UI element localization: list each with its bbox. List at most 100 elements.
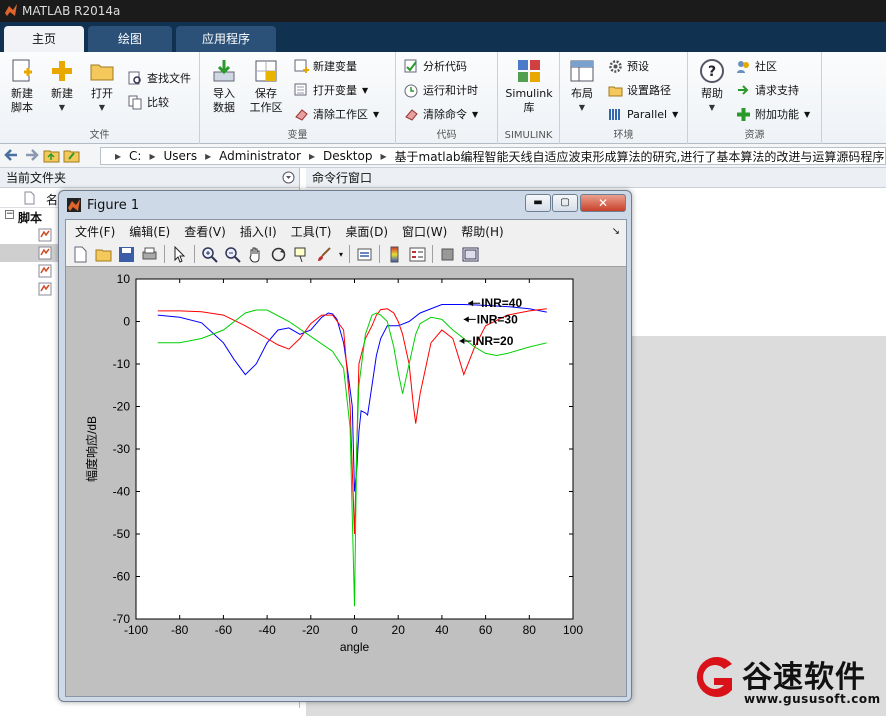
print-icon[interactable] xyxy=(141,246,158,263)
clear-workspace-button[interactable]: 清除工作区 ▼ xyxy=(294,104,379,124)
tab-plots[interactable]: 绘图 xyxy=(88,26,172,52)
figure-window[interactable]: Figure 1 ▬ ▢ ✕ 文件(F) 编辑(E) 查看(V) 插入(I) 工… xyxy=(58,190,632,702)
set-path-button[interactable]: 设置路径 xyxy=(608,80,671,100)
save-icon[interactable] xyxy=(118,246,135,263)
help-button[interactable]: ? 帮助 ▼ xyxy=(694,58,730,115)
run-time-icon xyxy=(404,84,418,97)
plus-icon xyxy=(52,61,72,81)
layout-label: 布局 xyxy=(571,87,593,100)
breadcrumb-item[interactable]: Administrator xyxy=(219,149,301,163)
menu-file[interactable]: 文件(F) xyxy=(75,223,115,240)
new-variable-button[interactable]: 新建变量 xyxy=(294,56,357,76)
variable-group: 导入 数据 保存 工作区 新建变量 打开变量 ▼ 清除工作区 ▼ 变量 xyxy=(200,52,396,144)
new-script-icon xyxy=(12,59,32,82)
annotation-label: INR=30 xyxy=(477,312,518,326)
hide-plot-tools-icon[interactable] xyxy=(439,246,456,263)
plot-canvas[interactable]: -100 -80 -60 -40 -20 0 20 40 60 80 100100-10-20-30… xyxy=(66,267,626,697)
simulink-group: Simulink 库 SIMULINK xyxy=(498,52,560,144)
dock-arrow-icon[interactable]: ↘ xyxy=(612,226,620,237)
clear-workspace-label: 清除工作区 xyxy=(313,108,368,121)
axes-box[interactable] xyxy=(135,278,574,620)
new-figure-icon[interactable] xyxy=(72,246,89,263)
forward-icon[interactable] xyxy=(23,147,40,164)
command-window-header: 命令行窗口 xyxy=(306,168,886,188)
up-folder-icon[interactable] xyxy=(43,147,60,164)
back-icon[interactable] xyxy=(3,147,20,164)
clear-commands-button[interactable]: 清除命令 ▼ xyxy=(404,104,478,124)
figure-title-bar[interactable]: Figure 1 ▬ ▢ ✕ xyxy=(59,191,631,219)
y-tick-label: 10 xyxy=(117,272,131,286)
maximize-button[interactable]: ▢ xyxy=(552,194,578,212)
save-workspace-button[interactable]: 保存 工作区 xyxy=(246,58,286,115)
new-script-button[interactable]: 新建 脚本 xyxy=(4,58,40,115)
menu-view[interactable]: 查看(V) xyxy=(184,223,226,240)
open-variable-button[interactable]: 打开变量 ▼ xyxy=(294,80,368,100)
find-files-button[interactable]: 查找文件 xyxy=(128,68,191,88)
breadcrumb[interactable]: ▸ C: ▸ Users ▸ Administrator ▸ Desktop ▸… xyxy=(100,147,886,165)
breadcrumb-item[interactable]: Desktop xyxy=(323,149,373,163)
matlab-logo-icon xyxy=(5,4,17,16)
preferences-button[interactable]: 预设 xyxy=(608,56,649,76)
run-and-time-button[interactable]: 运行和计时 xyxy=(404,80,478,100)
brush-icon[interactable] xyxy=(316,246,333,263)
breadcrumb-item[interactable]: Users xyxy=(163,149,197,163)
menu-help[interactable]: 帮助(H) xyxy=(461,223,503,240)
community-icon xyxy=(737,60,749,73)
new-label: 新建 xyxy=(51,87,73,100)
analyze-code-button[interactable]: 分析代码 xyxy=(404,56,467,76)
rotate-3d-icon[interactable] xyxy=(270,246,287,263)
simulink-library-label: Simulink 库 xyxy=(505,87,553,114)
pointer-icon[interactable] xyxy=(171,245,188,263)
legend-icon[interactable] xyxy=(409,246,426,263)
breadcrumb-item[interactable]: C: xyxy=(129,149,141,163)
close-button[interactable]: ✕ xyxy=(580,194,626,212)
open-file-icon[interactable] xyxy=(95,246,112,263)
data-cursor-icon[interactable] xyxy=(293,246,310,263)
collapse-icon[interactable]: − xyxy=(5,210,14,219)
add-ons-button[interactable]: 附加功能 ▼ xyxy=(736,104,810,124)
minimize-button[interactable]: ▬ xyxy=(525,194,551,212)
breadcrumb-item[interactable]: 基于matlab编程智能天线自适应波束形成算法的研究,进行了基本算法的改进与运算… xyxy=(395,148,885,164)
open-button[interactable]: 打开 ▼ xyxy=(84,58,120,115)
show-plot-tools-icon[interactable] xyxy=(462,246,479,263)
breadcrumb-separator: ▸ xyxy=(149,149,156,163)
menu-edit[interactable]: 编辑(E) xyxy=(129,223,170,240)
zoom-out-icon[interactable] xyxy=(224,246,241,263)
toolbar-separator xyxy=(164,245,165,263)
zoom-in-icon[interactable] xyxy=(201,246,218,263)
watermark: 谷速软件 www.gususoft.com xyxy=(688,650,886,708)
preferences-label: 预设 xyxy=(627,60,649,73)
request-support-button[interactable]: 请求支持 xyxy=(736,80,799,100)
menu-desktop[interactable]: 桌面(D) xyxy=(345,223,388,240)
colorbar-icon[interactable] xyxy=(386,246,403,263)
open-variable-label: 打开变量 xyxy=(313,84,357,97)
y-tick-label: -30 xyxy=(113,442,131,456)
simulink-library-button[interactable]: Simulink 库 xyxy=(502,58,556,115)
x-tick-label: -80 xyxy=(171,623,189,637)
menu-tools[interactable]: 工具(T) xyxy=(291,223,332,240)
layout-button[interactable]: 布局 ▼ xyxy=(564,58,600,115)
toolbar-separator xyxy=(349,245,351,263)
parallel-label: Parallel xyxy=(627,107,668,121)
code-group-label: 代码 xyxy=(436,130,457,141)
name-column-header[interactable]: 名 xyxy=(46,191,58,208)
compare-icon xyxy=(128,95,142,109)
pan-hand-icon[interactable] xyxy=(247,246,264,263)
panel-menu-icon[interactable] xyxy=(282,171,295,184)
chevron-down-icon[interactable]: ▾ xyxy=(339,250,343,259)
community-button[interactable]: 社区 xyxy=(736,56,777,76)
chevron-down-icon: ▼ xyxy=(578,103,586,112)
x-tick-label: -40 xyxy=(258,623,276,637)
menu-window[interactable]: 窗口(W) xyxy=(402,223,447,240)
menu-insert[interactable]: 插入(I) xyxy=(240,223,277,240)
import-data-button[interactable]: 导入 数据 xyxy=(204,58,244,115)
parallel-button[interactable]: Parallel ▼ xyxy=(608,104,678,124)
save-workspace-label: 保存 工作区 xyxy=(249,87,283,114)
link-plot-icon[interactable] xyxy=(356,246,373,263)
tab-home[interactable]: 主页 xyxy=(4,26,84,52)
toolbar-separator xyxy=(432,245,434,263)
tab-apps[interactable]: 应用程序 xyxy=(176,26,276,52)
browse-folder-icon[interactable] xyxy=(63,147,80,164)
compare-button[interactable]: 比较 xyxy=(128,92,169,112)
new-button[interactable]: 新建 ▼ xyxy=(44,58,80,115)
